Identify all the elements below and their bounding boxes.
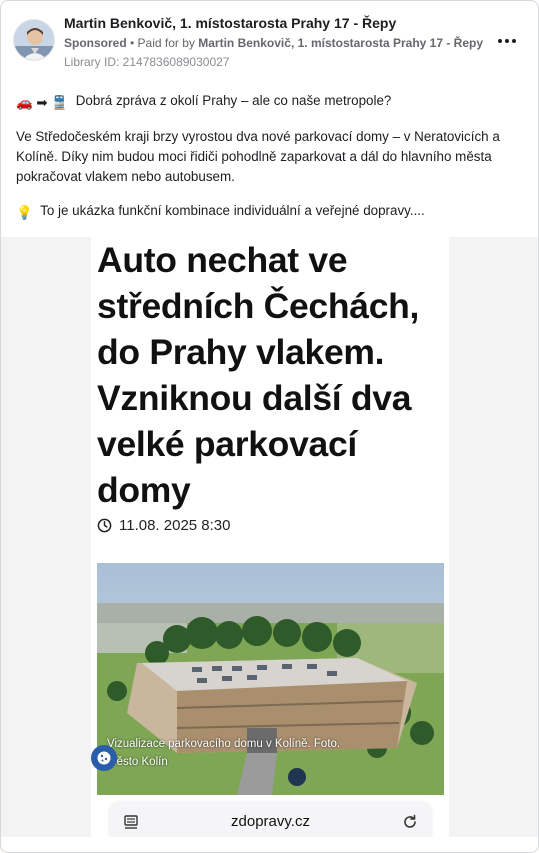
lightbulb-emoji: 💡 — [16, 205, 33, 220]
paid-for-name[interactable]: Martin Benkovič, 1. místostarosta Prahy … — [198, 36, 483, 50]
post-line-1-text: Dobrá zpráva z okolí Prahy – ale co naše… — [75, 93, 392, 108]
post-line-3-text: To je ukázka funkční kombinace individuá… — [40, 203, 425, 218]
clock-icon — [97, 518, 112, 533]
more-dot — [505, 39, 509, 43]
ad-media[interactable]: Auto nechat ve středních Čechách, do Pra… — [1, 237, 538, 837]
avatar[interactable] — [13, 19, 55, 61]
sponsored-label: Sponsored — [64, 36, 127, 50]
more-dot — [512, 39, 516, 43]
photo-caption: Vizualizace parkovacího domu v Kolíně. F… — [107, 738, 341, 768]
post-line-3: 💡 To je ukázka funkční kombinace individ… — [16, 201, 526, 223]
article-date: 11.08. 2025 8:30 — [97, 517, 231, 534]
article-date-text: 11.08. 2025 8:30 — [119, 517, 231, 534]
post-header: Martin Benkovič, 1. místostarosta Prahy … — [13, 11, 528, 71]
page-name[interactable]: Martin Benkovič, 1. místostarosta Prahy … — [64, 15, 396, 31]
post-paragraph-2: Ve Středočeském kraji brzy vyrostou dva … — [16, 129, 500, 184]
article-screenshot: Auto nechat ve středních Čechách, do Pra… — [91, 237, 449, 837]
browser-url-bar[interactable]: zdopravy.cz — [109, 802, 432, 837]
car-train-emojis: 🚗 ➡ 🚆 — [16, 95, 69, 110]
more-horizontal-icon — [498, 39, 502, 43]
cookie-icon — [97, 751, 111, 765]
cookie-settings-button[interactable] — [91, 745, 117, 771]
parking-house-visualization: Vizualizace parkovacího domu v Kolíně. F… — [97, 563, 444, 795]
reload-icon[interactable] — [401, 813, 419, 831]
article-headline: Auto nechat ve středních Čechách, do Pra… — [97, 240, 420, 510]
more-options-button[interactable] — [493, 29, 521, 53]
post-line-1: 🚗 ➡ 🚆 Dobrá zpráva z okolí Prahy – ale c… — [16, 91, 526, 113]
ad-card: Martin Benkovič, 1. místostarosta Prahy … — [0, 0, 539, 853]
library-id: Library ID: 2147836089030027 — [64, 55, 230, 69]
sponsor-line: Sponsored • Paid for by Martin Benkovič,… — [64, 36, 483, 50]
paid-for-prefix: • Paid for by — [126, 36, 199, 50]
url-text[interactable]: zdopravy.cz — [109, 813, 432, 830]
post-text: 🚗 ➡ 🚆 Dobrá zpráva z okolí Prahy – ale c… — [16, 91, 526, 233]
